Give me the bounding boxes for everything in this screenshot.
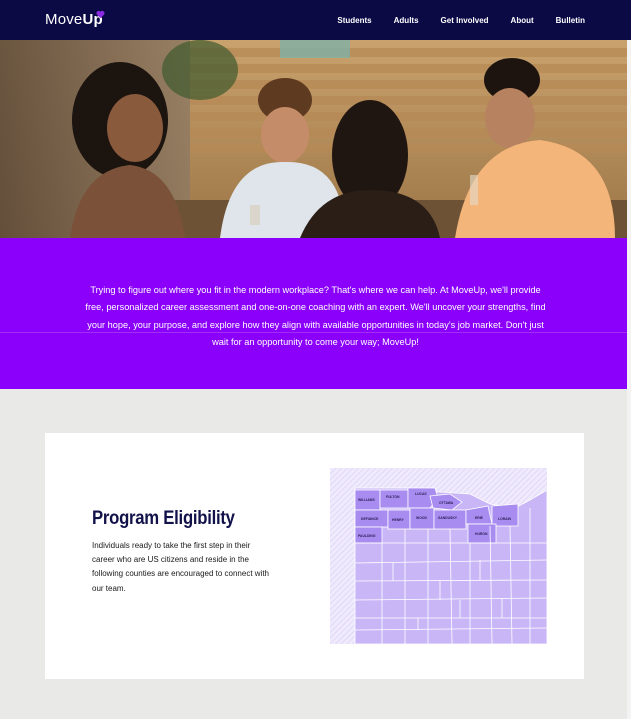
nav-links: Students Adults Get Involved About Bulle… [315,16,585,25]
intro-band: Trying to figure out where you fit in th… [0,238,631,389]
page-edge [627,40,631,719]
map-label-lucas: LUCAS [415,492,427,496]
map-label-sandusky: SANDUSKY [438,516,458,520]
eligibility-title: Program Eligibility [92,508,235,529]
county-fulton [379,489,409,509]
logo-part-move: Move [45,11,83,28]
nav-link-students[interactable]: Students [337,16,371,25]
nav-link-about[interactable]: About [511,16,534,25]
intro-text: Trying to figure out where you fit in th… [85,285,546,348]
top-navbar: MoveUp Students Adults Get Involved Abou… [0,0,631,40]
map-label-fulton: FULTON [386,495,400,499]
map-label-defiance: DEFIANCE [361,517,379,521]
hero-image [0,40,631,238]
nav-link-bulletin[interactable]: Bulletin [556,16,585,25]
eligibility-body: Individuals ready to take the first step… [92,541,269,593]
map-label-henry: HENRY [392,518,404,522]
map-label-wood: WOOD [416,516,427,520]
map-label-williams: WILLIAMS [358,498,375,502]
map-label-huron: HURON [475,532,488,536]
hero-illustration [0,40,631,238]
map-label-ottawa: OTTAWA [439,501,454,505]
eligibility-card: Program Eligibility Individuals ready to… [45,433,584,679]
nav-link-get-involved[interactable]: Get Involved [441,16,489,25]
map-label-erie: ERIE [475,516,484,520]
county-map: WILLIAMS FULTON LUCAS OTTAWA DEFIANCE HE… [330,468,547,644]
county-lorain [491,503,519,527]
map-label-lorain: LORAIN [498,517,512,521]
map-label-paulding: PAULDING [358,534,376,538]
nav-link-adults[interactable]: Adults [394,16,419,25]
heart-icon [96,10,105,19]
logo[interactable]: MoveUp [45,11,103,28]
